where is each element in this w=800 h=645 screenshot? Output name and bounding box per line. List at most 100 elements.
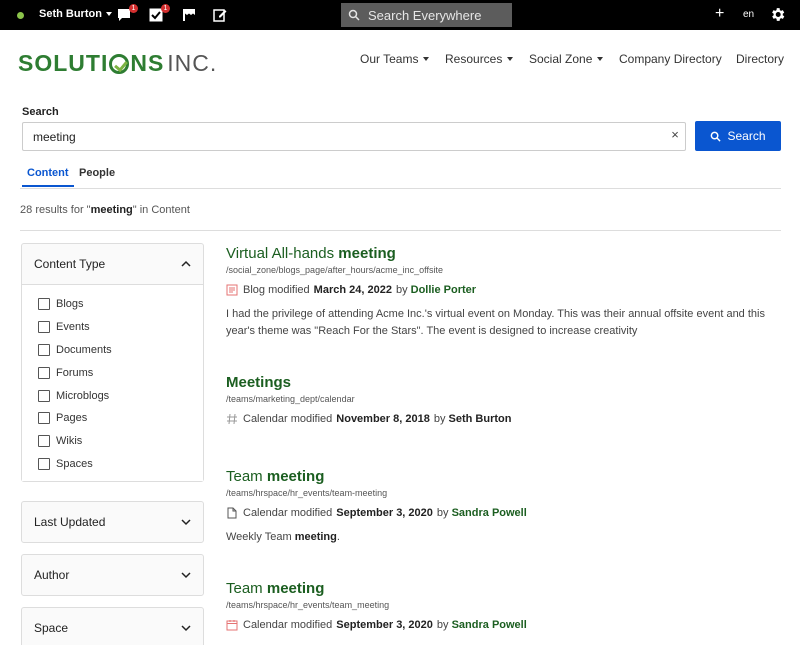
result-by-label: by xyxy=(433,413,446,425)
global-search-input[interactable]: Search Everywhere xyxy=(341,3,512,27)
add-plus-icon[interactable]: + xyxy=(715,5,724,23)
checkbox[interactable] xyxy=(38,343,50,356)
result-title-link[interactable]: Team meeting xyxy=(226,580,781,597)
compose-button[interactable] xyxy=(212,7,228,23)
chevron-down-icon xyxy=(105,12,112,16)
checkbox[interactable] xyxy=(38,435,50,448)
result-type: Calendar xyxy=(243,619,288,631)
search-result: Team meeting /teams/hrspace/hr_events/te… xyxy=(226,580,781,631)
search-result: Virtual All-hands meeting /social_zone/b… xyxy=(226,245,781,340)
filter-content-type-options: Blogs Events Documents Forums Microblogs… xyxy=(22,284,203,482)
filter-option-documents[interactable]: Documents xyxy=(38,339,203,362)
filter-option-label: Blogs xyxy=(56,298,84,311)
result-title-highlight: meeting xyxy=(266,580,325,597)
flag-button[interactable] xyxy=(181,7,197,23)
result-title-link[interactable]: Meetings xyxy=(226,374,781,391)
tasks-button[interactable]: 1 xyxy=(148,4,170,23)
tabs-divider xyxy=(20,188,781,189)
logo-text-prefix: SOLUTI xyxy=(18,50,109,76)
messages-badge: 1 xyxy=(129,4,138,13)
user-menu[interactable]: Seth Burton xyxy=(39,8,112,20)
result-meta: Calendar modified November 8, 2018 by Se… xyxy=(226,413,781,425)
filter-space-header[interactable]: Space xyxy=(22,608,203,645)
tab-content[interactable]: Content xyxy=(22,167,74,187)
result-title-highlight: Meetings xyxy=(226,374,292,391)
filter-option-spaces[interactable]: Spaces xyxy=(38,453,203,476)
results-query: meeting xyxy=(90,204,133,216)
filter-option-label: Wikis xyxy=(56,435,83,448)
filter-option-pages[interactable]: Pages xyxy=(38,407,203,430)
edit-square-icon xyxy=(213,9,227,22)
filter-option-wikis[interactable]: Wikis xyxy=(38,430,203,453)
results-suffix: " in Content xyxy=(132,204,190,216)
filter-space-title: Space xyxy=(34,621,69,635)
filter-author-header[interactable]: Author xyxy=(22,555,203,595)
company-logo[interactable]: SOLUTI NS INC. xyxy=(18,50,217,77)
result-author-link[interactable]: Sandra Powell xyxy=(452,507,527,519)
result-snippet-highlight: meeting xyxy=(294,531,337,543)
filter-last-updated: Last Updated xyxy=(21,501,204,543)
filter-option-forums[interactable]: Forums xyxy=(38,361,203,384)
filter-option-label: Microblogs xyxy=(56,389,110,402)
messages-button[interactable]: 1 xyxy=(116,4,138,23)
document-icon xyxy=(227,507,237,519)
filter-option-microblogs[interactable]: Microblogs xyxy=(38,384,203,407)
checkbox[interactable] xyxy=(38,389,50,402)
filter-option-label: Spaces xyxy=(56,457,93,470)
nav-company-directory[interactable]: Company Directory xyxy=(619,52,722,66)
result-title-text: Team xyxy=(226,580,267,597)
nav-social-zone[interactable]: Social Zone xyxy=(529,52,604,66)
online-status-icon xyxy=(17,12,24,19)
nav-resources[interactable]: Resources xyxy=(445,52,514,66)
chevron-down-icon xyxy=(423,57,430,61)
result-title-highlight: meeting xyxy=(338,245,396,262)
filter-option-events[interactable]: Events xyxy=(38,316,203,339)
result-type: Blog xyxy=(243,284,266,296)
search-button[interactable]: Search xyxy=(695,121,781,151)
flag-icon xyxy=(183,9,195,21)
checkbox[interactable] xyxy=(38,412,50,425)
chevron-down-icon xyxy=(597,57,604,61)
search-button-label: Search xyxy=(727,129,766,143)
result-by-label: by xyxy=(395,284,408,296)
result-title-text: Virtual All-hands xyxy=(226,245,339,262)
checkbox[interactable] xyxy=(38,298,50,311)
result-title-link[interactable]: Virtual All-hands meeting xyxy=(226,245,781,262)
result-modified-label: modified xyxy=(290,413,333,425)
search-result: Team meeting /teams/hrspace/hr_events/te… xyxy=(226,468,781,546)
result-date: November 8, 2018 xyxy=(336,413,430,425)
filter-option-blogs[interactable]: Blogs xyxy=(38,293,203,316)
tasks-badge: 1 xyxy=(161,4,170,13)
checkbox[interactable] xyxy=(38,457,50,470)
result-author-link[interactable]: Sandra Powell xyxy=(452,619,527,631)
tab-people[interactable]: People xyxy=(79,167,115,179)
filter-last-updated-title: Last Updated xyxy=(34,515,106,529)
result-title-highlight: meeting xyxy=(266,468,325,485)
checkbox[interactable] xyxy=(38,366,50,379)
filter-option-label: Forums xyxy=(56,366,94,379)
results-prefix: results for " xyxy=(35,204,91,216)
logo-inc: INC. xyxy=(167,50,218,76)
result-modified-label: modified xyxy=(290,619,333,631)
settings-button[interactable] xyxy=(769,6,786,23)
logo-text-suffix: NS xyxy=(130,50,165,76)
result-modified-label: modified xyxy=(290,507,333,519)
filter-author: Author xyxy=(21,554,204,596)
search-input[interactable] xyxy=(22,122,686,151)
result-author-link[interactable]: Seth Burton xyxy=(449,413,512,425)
filter-author-title: Author xyxy=(34,568,70,582)
user-name: Seth Burton xyxy=(39,8,102,20)
search-icon xyxy=(348,9,360,21)
language-selector[interactable]: en xyxy=(743,9,754,20)
clear-search-icon[interactable]: × xyxy=(668,128,682,142)
result-author-link[interactable]: Dollie Porter xyxy=(411,284,476,296)
nav-our-teams[interactable]: Our Teams xyxy=(360,52,430,66)
filter-option-label: Events xyxy=(56,321,90,334)
site-header: SOLUTI NS INC. Our Teams Resources Social … xyxy=(0,30,800,94)
result-title-link[interactable]: Team meeting xyxy=(226,468,781,485)
filter-last-updated-header[interactable]: Last Updated xyxy=(22,502,203,542)
checkbox[interactable] xyxy=(38,321,50,334)
nav-directory[interactable]: Directory xyxy=(736,52,784,66)
filter-content-type-header[interactable]: Content Type xyxy=(22,244,203,284)
logo-check-mark-icon xyxy=(109,53,130,74)
